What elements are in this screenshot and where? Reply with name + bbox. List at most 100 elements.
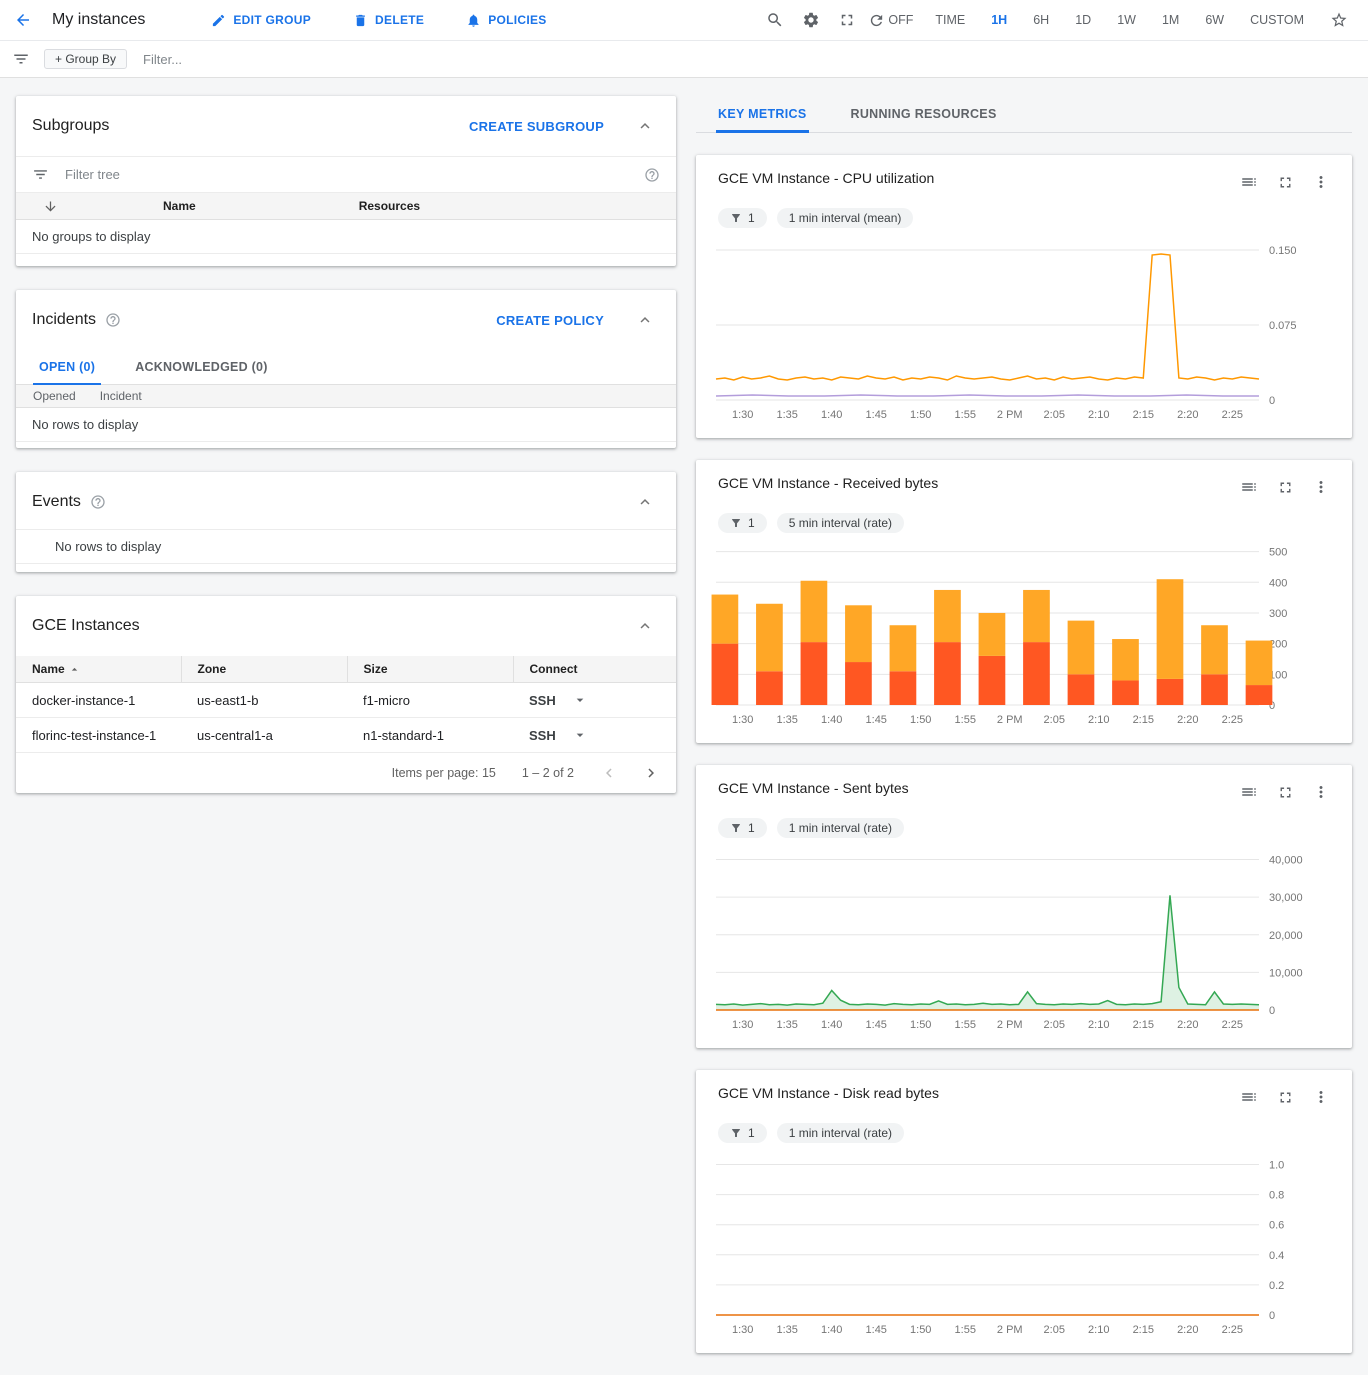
expand-icon bbox=[1277, 784, 1294, 801]
tab-acknowledged[interactable]: ACKNOWLEDGED (0) bbox=[129, 350, 273, 384]
col-zone[interactable]: Zone bbox=[181, 656, 347, 683]
favorite-button[interactable] bbox=[1324, 5, 1354, 35]
refresh-icon bbox=[868, 12, 885, 29]
subgroups-card: Subgroups CREATE SUBGROUP Name bbox=[16, 96, 676, 266]
auto-refresh-toggle[interactable]: OFF bbox=[868, 12, 913, 29]
expand-icon bbox=[1277, 174, 1294, 191]
interval-chip[interactable]: 1 min interval (rate) bbox=[777, 1123, 904, 1143]
legend-toggle-button[interactable] bbox=[1234, 1082, 1264, 1112]
sort-asc-icon bbox=[68, 663, 81, 676]
tab-key-metrics[interactable]: KEY METRICS bbox=[716, 96, 809, 132]
col-size[interactable]: Size bbox=[347, 656, 513, 683]
help-icon[interactable] bbox=[644, 167, 660, 183]
chart-more-button[interactable] bbox=[1306, 1082, 1336, 1112]
legend-toggle-button[interactable] bbox=[1234, 472, 1264, 502]
legend-icon bbox=[1240, 478, 1258, 496]
delete-button[interactable]: DELETE bbox=[347, 12, 430, 29]
interval-chip[interactable]: 1 min interval (rate) bbox=[777, 818, 904, 838]
time-range-1m[interactable]: 1M bbox=[1152, 13, 1189, 27]
instances-collapse-button[interactable] bbox=[630, 611, 660, 641]
time-range-6h[interactable]: 6H bbox=[1023, 13, 1059, 27]
disk-read-bytes-chart: 00.20.40.60.81.01:301:351:401:451:501:55… bbox=[714, 1149, 1316, 1345]
events-collapse-button[interactable] bbox=[630, 487, 660, 517]
chart-more-button[interactable] bbox=[1306, 777, 1336, 807]
filter-chip[interactable]: 1 bbox=[718, 818, 767, 838]
incidents-tabs: OPEN (0) ACKNOWLEDGED (0) bbox=[16, 350, 676, 385]
time-range-6w[interactable]: 6W bbox=[1195, 13, 1234, 27]
legend-toggle-button[interactable] bbox=[1234, 167, 1264, 197]
back-button[interactable] bbox=[8, 5, 38, 35]
svg-text:2:10: 2:10 bbox=[1088, 1019, 1109, 1031]
col-name[interactable]: Name bbox=[16, 656, 181, 683]
sent-bytes-chart: 010,00020,00030,00040,0001:301:351:401:4… bbox=[714, 844, 1316, 1040]
ssh-options-caret[interactable] bbox=[572, 727, 588, 743]
ssh-options-caret[interactable] bbox=[572, 692, 588, 708]
settings-button[interactable] bbox=[796, 5, 826, 35]
policies-button[interactable]: POLICIES bbox=[460, 12, 552, 29]
expand-chart-button[interactable] bbox=[1270, 777, 1300, 807]
help-icon[interactable] bbox=[90, 494, 106, 510]
interval-chip[interactable]: 1 min interval (mean) bbox=[777, 208, 914, 228]
svg-text:1:45: 1:45 bbox=[866, 409, 887, 421]
items-per-page-value[interactable]: 15 bbox=[482, 766, 496, 780]
expand-icon bbox=[1277, 1089, 1294, 1106]
chart-more-button[interactable] bbox=[1306, 472, 1336, 502]
incidents-collapse-button[interactable] bbox=[630, 305, 660, 335]
filter-chip[interactable]: 1 bbox=[718, 513, 767, 533]
policies-label: POLICIES bbox=[488, 13, 546, 27]
edit-group-button[interactable]: EDIT GROUP bbox=[205, 12, 317, 29]
svg-text:0.075: 0.075 bbox=[1269, 320, 1297, 332]
filter-input[interactable] bbox=[141, 51, 1356, 68]
svg-text:1:55: 1:55 bbox=[955, 714, 976, 726]
time-range-custom[interactable]: CUSTOM bbox=[1240, 13, 1318, 27]
expand-chart-button[interactable] bbox=[1270, 472, 1300, 502]
svg-text:1:40: 1:40 bbox=[821, 409, 842, 421]
time-range-1d[interactable]: 1D bbox=[1065, 13, 1101, 27]
filter-tree-input[interactable] bbox=[63, 166, 621, 183]
svg-text:2:20: 2:20 bbox=[1177, 1324, 1198, 1336]
svg-text:2:15: 2:15 bbox=[1133, 1019, 1154, 1031]
filter-chip[interactable]: 1 bbox=[718, 208, 767, 228]
expand-chart-button[interactable] bbox=[1270, 1082, 1300, 1112]
subgroups-collapse-button[interactable] bbox=[630, 111, 660, 141]
help-icon[interactable] bbox=[105, 312, 121, 328]
svg-text:1:40: 1:40 bbox=[821, 1019, 842, 1031]
legend-icon bbox=[1240, 173, 1258, 191]
time-range-1h[interactable]: 1H bbox=[981, 13, 1017, 27]
back-arrow-icon bbox=[14, 10, 32, 30]
chevron-up-icon bbox=[636, 617, 654, 635]
time-label: TIME bbox=[935, 13, 965, 27]
sort-down-icon[interactable] bbox=[43, 199, 58, 214]
ssh-button[interactable]: SSH bbox=[529, 693, 556, 708]
search-button[interactable] bbox=[760, 5, 790, 35]
chart-more-button[interactable] bbox=[1306, 167, 1336, 197]
legend-toggle-button[interactable] bbox=[1234, 777, 1264, 807]
time-range-1w[interactable]: 1W bbox=[1107, 13, 1146, 27]
events-empty-text: No rows to display bbox=[16, 529, 676, 564]
incidents-card: Incidents CREATE POLICY OPEN (0) ACKNOWL… bbox=[16, 290, 676, 448]
svg-text:1:50: 1:50 bbox=[910, 1324, 931, 1336]
create-policy-button[interactable]: CREATE POLICY bbox=[490, 312, 610, 329]
prev-page-button[interactable] bbox=[600, 764, 618, 782]
tab-running-resources[interactable]: RUNNING RESOURCES bbox=[849, 96, 999, 132]
interval-chip[interactable]: 5 min interval (rate) bbox=[777, 513, 904, 533]
expand-chart-button[interactable] bbox=[1270, 167, 1300, 197]
svg-text:2:20: 2:20 bbox=[1177, 409, 1198, 421]
col-connect: Connect bbox=[513, 656, 676, 683]
instances-table: Name Zone Size Connect docker-instance-1… bbox=[16, 656, 676, 753]
svg-text:1:30: 1:30 bbox=[732, 1019, 753, 1031]
filter-chip[interactable]: 1 bbox=[718, 1123, 767, 1143]
svg-text:0.6: 0.6 bbox=[1269, 1220, 1284, 1232]
monitoring-group-page: My instances EDIT GROUP DELETE POLICIES bbox=[0, 0, 1368, 1375]
ssh-button[interactable]: SSH bbox=[529, 728, 556, 743]
group-by-label: + Group By bbox=[55, 52, 116, 66]
filter-chip-count: 1 bbox=[748, 1126, 755, 1140]
svg-text:1:35: 1:35 bbox=[777, 409, 798, 421]
next-page-button[interactable] bbox=[642, 764, 660, 782]
caret-down-icon bbox=[572, 727, 588, 743]
fullscreen-button[interactable] bbox=[832, 5, 862, 35]
tab-open[interactable]: OPEN (0) bbox=[33, 350, 101, 384]
create-subgroup-button[interactable]: CREATE SUBGROUP bbox=[463, 118, 610, 135]
group-by-chip[interactable]: + Group By bbox=[44, 49, 127, 69]
kebab-icon bbox=[1312, 1088, 1330, 1106]
